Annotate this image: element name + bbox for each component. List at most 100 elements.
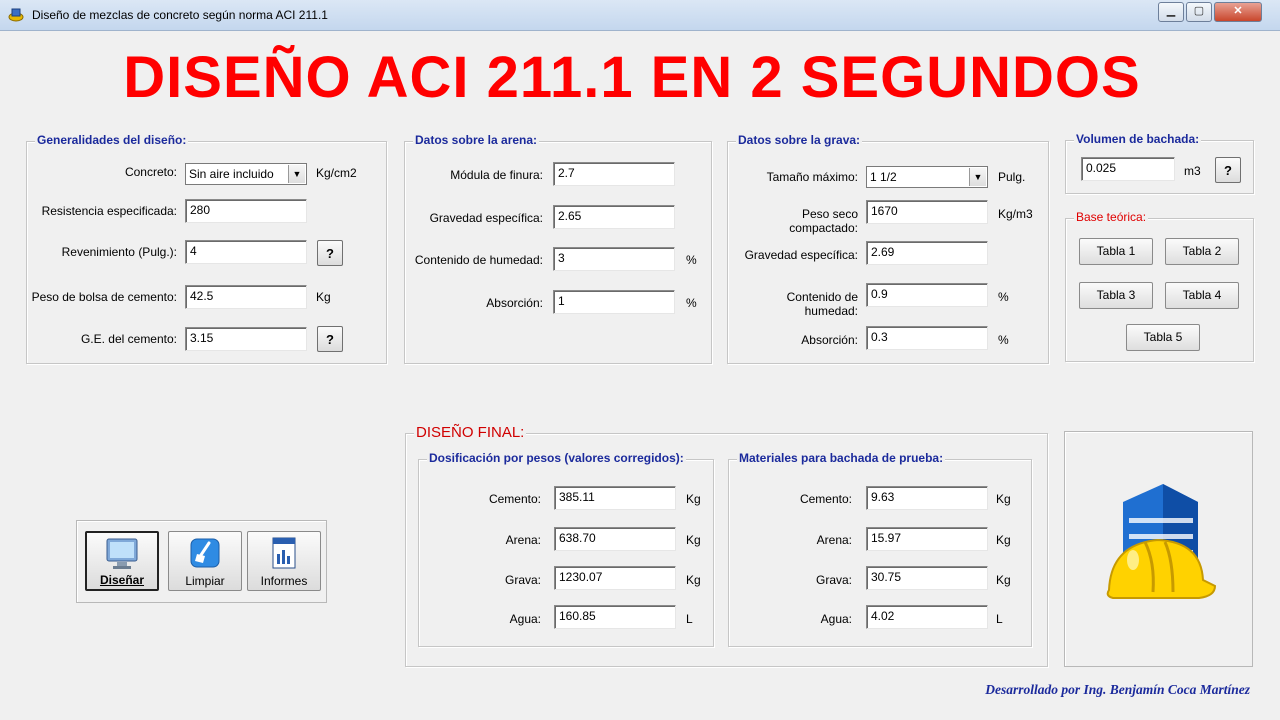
window-title: Diseño de mezclas de concreto según norm… [32, 8, 328, 22]
volumen-unit: m3 [1184, 164, 1201, 178]
peso-bolsa-input[interactable]: 42.5 [185, 285, 307, 309]
concreto-label: Concreto: [124, 165, 177, 179]
grava-absorcion-input[interactable]: 0.3 [866, 326, 988, 350]
dosif-cemento-value: 385.11 [554, 486, 676, 510]
maximize-button[interactable]: ▢ [1186, 2, 1212, 22]
mat-agua-unit: L [996, 612, 1003, 626]
mat-cemento-unit: Kg [996, 492, 1011, 506]
modulo-finura-label: Módula de finura: [450, 168, 543, 182]
grava-absorcion-unit: % [998, 333, 1009, 347]
grava-gravedad-input[interactable]: 2.69 [866, 241, 988, 265]
app-icon [8, 8, 24, 22]
arena-gravedad-input[interactable]: 2.65 [553, 205, 675, 229]
tabla-2-button[interactable]: Tabla 2 [1165, 238, 1239, 265]
informes-label: Informes [260, 574, 308, 588]
mat-grava-label: Grava: [815, 573, 852, 587]
arena-title: Datos sobre la arena: [413, 133, 540, 147]
dosif-arena-value: 638.70 [554, 527, 676, 551]
materiales-title: Materiales para bachada de prueba: [737, 451, 946, 465]
mat-arena-unit: Kg [996, 533, 1011, 547]
tabla-5-button[interactable]: Tabla 5 [1126, 324, 1200, 351]
volumen-help-button[interactable]: ? [1215, 157, 1241, 183]
arena-humedad-label: Contenido de humedad: [414, 253, 543, 267]
base-teorica-title: Base teórica: [1074, 210, 1149, 224]
hardhat-building-icon [1106, 484, 1217, 599]
grava-humedad-label: Contenido de humedad: [786, 290, 858, 318]
minimize-button[interactable]: ▁ [1158, 2, 1184, 22]
disenar-button[interactable]: Diseñar [85, 531, 159, 591]
informes-button[interactable]: Informes [247, 531, 321, 591]
mat-agua-value: 4.02 [866, 605, 988, 629]
chevron-down-icon[interactable]: ▼ [288, 165, 305, 183]
limpiar-label: Limpiar [185, 574, 225, 588]
banner-title: DISEÑO ACI 211.1 EN 2 SEGUNDOS [123, 45, 1141, 110]
grava-humedad-unit: % [998, 290, 1009, 304]
volumen-input[interactable]: 0.025 [1081, 157, 1175, 181]
tamano-maximo-select[interactable]: 1 1/2 ▼ [866, 166, 988, 188]
tamano-maximo-value: 1 1/2 [870, 170, 897, 184]
peso-bolsa-label: Peso de bolsa de cemento: [31, 290, 177, 304]
mat-arena-value: 15.97 [866, 527, 988, 551]
concreto-select-value: Sin aire incluido [189, 167, 274, 181]
diseno-final-title: DISEÑO FINAL: [414, 424, 527, 441]
grava-humedad-input[interactable]: 0.9 [866, 283, 988, 307]
mat-agua-label: Agua: [820, 612, 852, 626]
peso-seco-label: Peso seco compactado: [789, 207, 858, 235]
peso-seco-unit: Kg/m3 [998, 207, 1033, 221]
dosif-cemento-unit: Kg [686, 492, 701, 506]
concreto-unit: Kg/cm2 [316, 166, 357, 180]
tamano-maximo-unit: Pulg. [998, 170, 1026, 184]
mat-grava-unit: Kg [996, 573, 1011, 587]
tamano-maximo-label: Tamaño máximo: [766, 170, 858, 184]
dosif-grava-value: 1230.07 [554, 566, 676, 590]
disenar-label: Diseñar [99, 573, 145, 587]
tabla-3-button[interactable]: Tabla 3 [1079, 282, 1153, 309]
limpiar-button[interactable]: Limpiar [168, 531, 242, 591]
arena-absorcion-label: Absorción: [486, 296, 543, 310]
mat-arena-label: Arena: [816, 533, 852, 547]
dosif-grava-unit: Kg [686, 573, 701, 587]
report-icon [272, 537, 296, 569]
grava-absorcion-label: Absorción: [801, 333, 858, 347]
revenimiento-input[interactable]: 4 [185, 240, 307, 264]
grava-gravedad-label: Gravedad específica: [744, 248, 858, 262]
arena-absorcion-unit: % [686, 296, 697, 310]
close-button[interactable]: ✕ [1214, 2, 1262, 22]
ge-cemento-help-button[interactable]: ? [317, 326, 343, 352]
revenimiento-help-button[interactable]: ? [317, 240, 343, 266]
mat-grava-value: 30.75 [866, 566, 988, 590]
resistencia-input[interactable]: 280 [185, 199, 307, 223]
concreto-select[interactable]: Sin aire incluido ▼ [185, 163, 307, 185]
resistencia-label: Resistencia especificada: [41, 204, 177, 218]
dosif-cemento-label: Cemento: [488, 492, 541, 506]
broom-icon [190, 538, 220, 568]
dosif-arena-label: Arena: [505, 533, 541, 547]
arena-humedad-input[interactable]: 3 [553, 247, 675, 271]
monitor-icon [106, 538, 138, 569]
dosif-agua-value: 160.85 [554, 605, 676, 629]
generalidades-title: Generalidades del diseño: [35, 133, 189, 147]
tabla-1-button[interactable]: Tabla 1 [1079, 238, 1153, 265]
developer-credit: Desarrollado por Ing. Benjamín Coca Mart… [985, 682, 1250, 697]
grava-title: Datos sobre la grava: [736, 133, 863, 147]
mat-cemento-value: 9.63 [866, 486, 988, 510]
arena-humedad-unit: % [686, 253, 697, 267]
arena-absorcion-input[interactable]: 1 [553, 290, 675, 314]
modulo-finura-input[interactable]: 2.7 [553, 162, 675, 186]
ge-cemento-input[interactable]: 3.15 [185, 327, 307, 351]
dosif-grava-label: Grava: [504, 573, 541, 587]
dosif-arena-unit: Kg [686, 533, 701, 547]
dosificacion-title: Dosificación por pesos (valores corregid… [427, 451, 686, 465]
arena-gravedad-label: Gravedad específica: [429, 211, 543, 225]
dosif-agua-label: Agua: [509, 612, 541, 626]
mat-cemento-label: Cemento: [799, 492, 852, 506]
chevron-down-icon[interactable]: ▼ [969, 168, 986, 186]
dosif-agua-unit: L [686, 612, 693, 626]
revenimiento-label: Revenimiento (Pulg.): [61, 245, 177, 259]
title-bar: Diseño de mezclas de concreto según norm… [0, 0, 1280, 31]
volumen-title: Volumen de bachada: [1074, 132, 1202, 146]
app-window: Diseño de mezclas de concreto según norm… [0, 0, 1280, 720]
logo-panel [1064, 431, 1253, 667]
tabla-4-button[interactable]: Tabla 4 [1165, 282, 1239, 309]
peso-seco-input[interactable]: 1670 [866, 200, 988, 224]
